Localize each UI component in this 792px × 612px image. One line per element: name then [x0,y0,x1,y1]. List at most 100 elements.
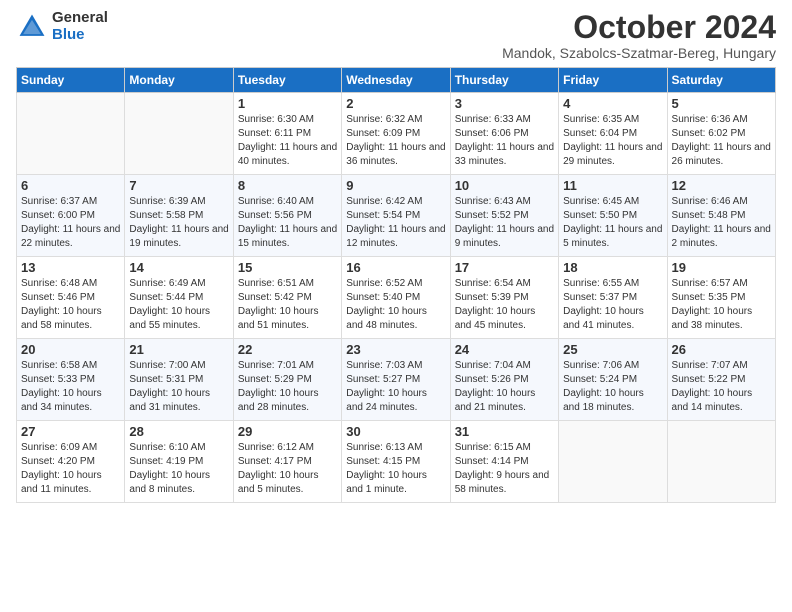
day-number: 14 [129,260,228,275]
day-number: 3 [455,96,554,111]
calendar-cell: 4Sunrise: 6:35 AM Sunset: 6:04 PM Daylig… [559,93,667,175]
calendar-cell: 6 Sunrise: 6:37 AM Sunset: 6:00 PM Daylig… [17,175,125,257]
calendar-cell: 19Sunrise: 6:57 AM Sunset: 5:35 PM Dayli… [667,257,775,339]
cell-info: Sunrise: 6:55 AM Sunset: 5:37 PM Dayligh… [563,277,662,333]
day-number: 2 [346,96,445,111]
weekday-header-thursday: Thursday [450,68,558,93]
weekday-header-friday: Friday [559,68,667,93]
cell-info: Sunrise: 6:32 AM Sunset: 6:09 PM Dayligh… [346,113,445,169]
location-title: Mandok, Szabolcs-Szatmar-Bereg, Hungary [502,45,776,61]
day-number: 4 [563,96,662,111]
logo-general: General [52,10,108,27]
calendar-table: SundayMondayTuesdayWednesdayThursdayFrid… [16,67,776,503]
calendar-cell [125,93,233,175]
calendar-cell: 24 Sunrise: 7:04 AM Sunset: 5:26 PM Dayli… [450,339,558,421]
calendar-cell: 22 Sunrise: 7:01 AM Sunset: 5:29 PM Dayli… [233,339,341,421]
cell-info: Sunrise: 6:48 AM Sunset: 5:46 PM Dayligh… [21,277,120,333]
calendar-cell: 21Sunrise: 7:00 AM Sunset: 5:31 PM Dayli… [125,339,233,421]
day-number: 20 [21,342,120,357]
header: General Blue October 2024 Mandok, Szabol… [16,10,776,61]
calendar-cell: 15 Sunrise: 6:51 AM Sunset: 5:42 PM Dayli… [233,257,341,339]
calendar-cell: 8 Sunrise: 6:40 AM Sunset: 5:56 PM Daylig… [233,175,341,257]
day-number: 18 [563,260,662,275]
calendar-cell: 12 Sunrise: 6:46 AM Sunset: 5:48 PM Dayli… [667,175,775,257]
calendar-cell: 13 Sunrise: 6:48 AM Sunset: 5:46 PM Dayli… [17,257,125,339]
week-row-1: 1Sunrise: 6:30 AM Sunset: 6:11 PM Daylig… [17,93,776,175]
cell-info: Sunrise: 6:46 AM Sunset: 5:48 PM Dayligh… [672,195,771,251]
logo-blue: Blue [52,27,108,44]
weekday-header-row: SundayMondayTuesdayWednesdayThursdayFrid… [17,68,776,93]
cell-info: Sunrise: 6:52 AM Sunset: 5:40 PM Dayligh… [346,277,445,333]
day-number: 27 [21,424,120,439]
cell-info: Sunrise: 6:58 AM Sunset: 5:33 PM Dayligh… [21,359,120,415]
day-number: 6 [21,178,120,193]
calendar-cell: 11Sunrise: 6:45 AM Sunset: 5:50 PM Dayli… [559,175,667,257]
calendar-cell: 1Sunrise: 6:30 AM Sunset: 6:11 PM Daylig… [233,93,341,175]
day-number: 15 [238,260,337,275]
day-number: 25 [563,342,662,357]
title-block: October 2024 Mandok, Szabolcs-Szatmar-Be… [502,10,776,61]
cell-info: Sunrise: 6:51 AM Sunset: 5:42 PM Dayligh… [238,277,337,333]
day-number: 16 [346,260,445,275]
calendar-cell: 25 Sunrise: 7:06 AM Sunset: 5:24 PM Dayli… [559,339,667,421]
cell-info: Sunrise: 6:33 AM Sunset: 6:06 PM Dayligh… [455,113,554,169]
weekday-header-monday: Monday [125,68,233,93]
day-number: 31 [455,424,554,439]
cell-info: Sunrise: 6:39 AM Sunset: 5:58 PM Dayligh… [129,195,228,251]
cell-info: Sunrise: 6:57 AM Sunset: 5:35 PM Dayligh… [672,277,771,333]
calendar-cell [559,421,667,503]
weekday-header-tuesday: Tuesday [233,68,341,93]
day-number: 7 [129,178,228,193]
calendar-cell: 20 Sunrise: 6:58 AM Sunset: 5:33 PM Dayli… [17,339,125,421]
cell-info: Sunrise: 6:49 AM Sunset: 5:44 PM Dayligh… [129,277,228,333]
cell-info: Sunrise: 6:37 AM Sunset: 6:00 PM Dayligh… [21,195,120,251]
cell-info: Sunrise: 7:00 AM Sunset: 5:31 PM Dayligh… [129,359,228,415]
week-row-2: 6 Sunrise: 6:37 AM Sunset: 6:00 PM Daylig… [17,175,776,257]
cell-info: Sunrise: 6:42 AM Sunset: 5:54 PM Dayligh… [346,195,445,251]
calendar-cell: 27 Sunrise: 6:09 AM Sunset: 4:20 PM Dayli… [17,421,125,503]
cell-info: Sunrise: 6:43 AM Sunset: 5:52 PM Dayligh… [455,195,554,251]
calendar-cell: 3 Sunrise: 6:33 AM Sunset: 6:06 PM Daylig… [450,93,558,175]
calendar-cell: 29 Sunrise: 6:12 AM Sunset: 4:17 PM Dayli… [233,421,341,503]
cell-info: Sunrise: 6:45 AM Sunset: 5:50 PM Dayligh… [563,195,662,251]
day-number: 22 [238,342,337,357]
day-number: 10 [455,178,554,193]
week-row-4: 20 Sunrise: 6:58 AM Sunset: 5:33 PM Dayli… [17,339,776,421]
day-number: 17 [455,260,554,275]
weekday-header-wednesday: Wednesday [342,68,450,93]
calendar-cell: 9 Sunrise: 6:42 AM Sunset: 5:54 PM Daylig… [342,175,450,257]
weekday-header-saturday: Saturday [667,68,775,93]
cell-info: Sunrise: 7:01 AM Sunset: 5:29 PM Dayligh… [238,359,337,415]
cell-info: Sunrise: 7:04 AM Sunset: 5:26 PM Dayligh… [455,359,554,415]
week-row-5: 27 Sunrise: 6:09 AM Sunset: 4:20 PM Dayli… [17,421,776,503]
calendar-cell: 18 Sunrise: 6:55 AM Sunset: 5:37 PM Dayli… [559,257,667,339]
day-number: 26 [672,342,771,357]
calendar-cell: 17 Sunrise: 6:54 AM Sunset: 5:39 PM Dayli… [450,257,558,339]
logo-text: General Blue [52,10,108,43]
day-number: 5 [672,96,771,111]
cell-info: Sunrise: 6:10 AM Sunset: 4:19 PM Dayligh… [129,441,228,497]
cell-info: Sunrise: 6:15 AM Sunset: 4:14 PM Dayligh… [455,441,554,497]
day-number: 28 [129,424,228,439]
day-number: 29 [238,424,337,439]
calendar-cell: 2 Sunrise: 6:32 AM Sunset: 6:09 PM Daylig… [342,93,450,175]
cell-info: Sunrise: 6:12 AM Sunset: 4:17 PM Dayligh… [238,441,337,497]
calendar-cell [17,93,125,175]
cell-info: Sunrise: 6:09 AM Sunset: 4:20 PM Dayligh… [21,441,120,497]
calendar-cell: 16 Sunrise: 6:52 AM Sunset: 5:40 PM Dayli… [342,257,450,339]
day-number: 1 [238,96,337,111]
cell-info: Sunrise: 6:40 AM Sunset: 5:56 PM Dayligh… [238,195,337,251]
day-number: 9 [346,178,445,193]
day-number: 13 [21,260,120,275]
logo-icon [16,11,48,43]
day-number: 8 [238,178,337,193]
cell-info: Sunrise: 7:06 AM Sunset: 5:24 PM Dayligh… [563,359,662,415]
week-row-3: 13 Sunrise: 6:48 AM Sunset: 5:46 PM Dayli… [17,257,776,339]
calendar-cell [667,421,775,503]
calendar-cell: 7 Sunrise: 6:39 AM Sunset: 5:58 PM Daylig… [125,175,233,257]
cell-info: Sunrise: 6:54 AM Sunset: 5:39 PM Dayligh… [455,277,554,333]
calendar-cell: 23Sunrise: 7:03 AM Sunset: 5:27 PM Dayli… [342,339,450,421]
day-number: 30 [346,424,445,439]
day-number: 24 [455,342,554,357]
day-number: 12 [672,178,771,193]
